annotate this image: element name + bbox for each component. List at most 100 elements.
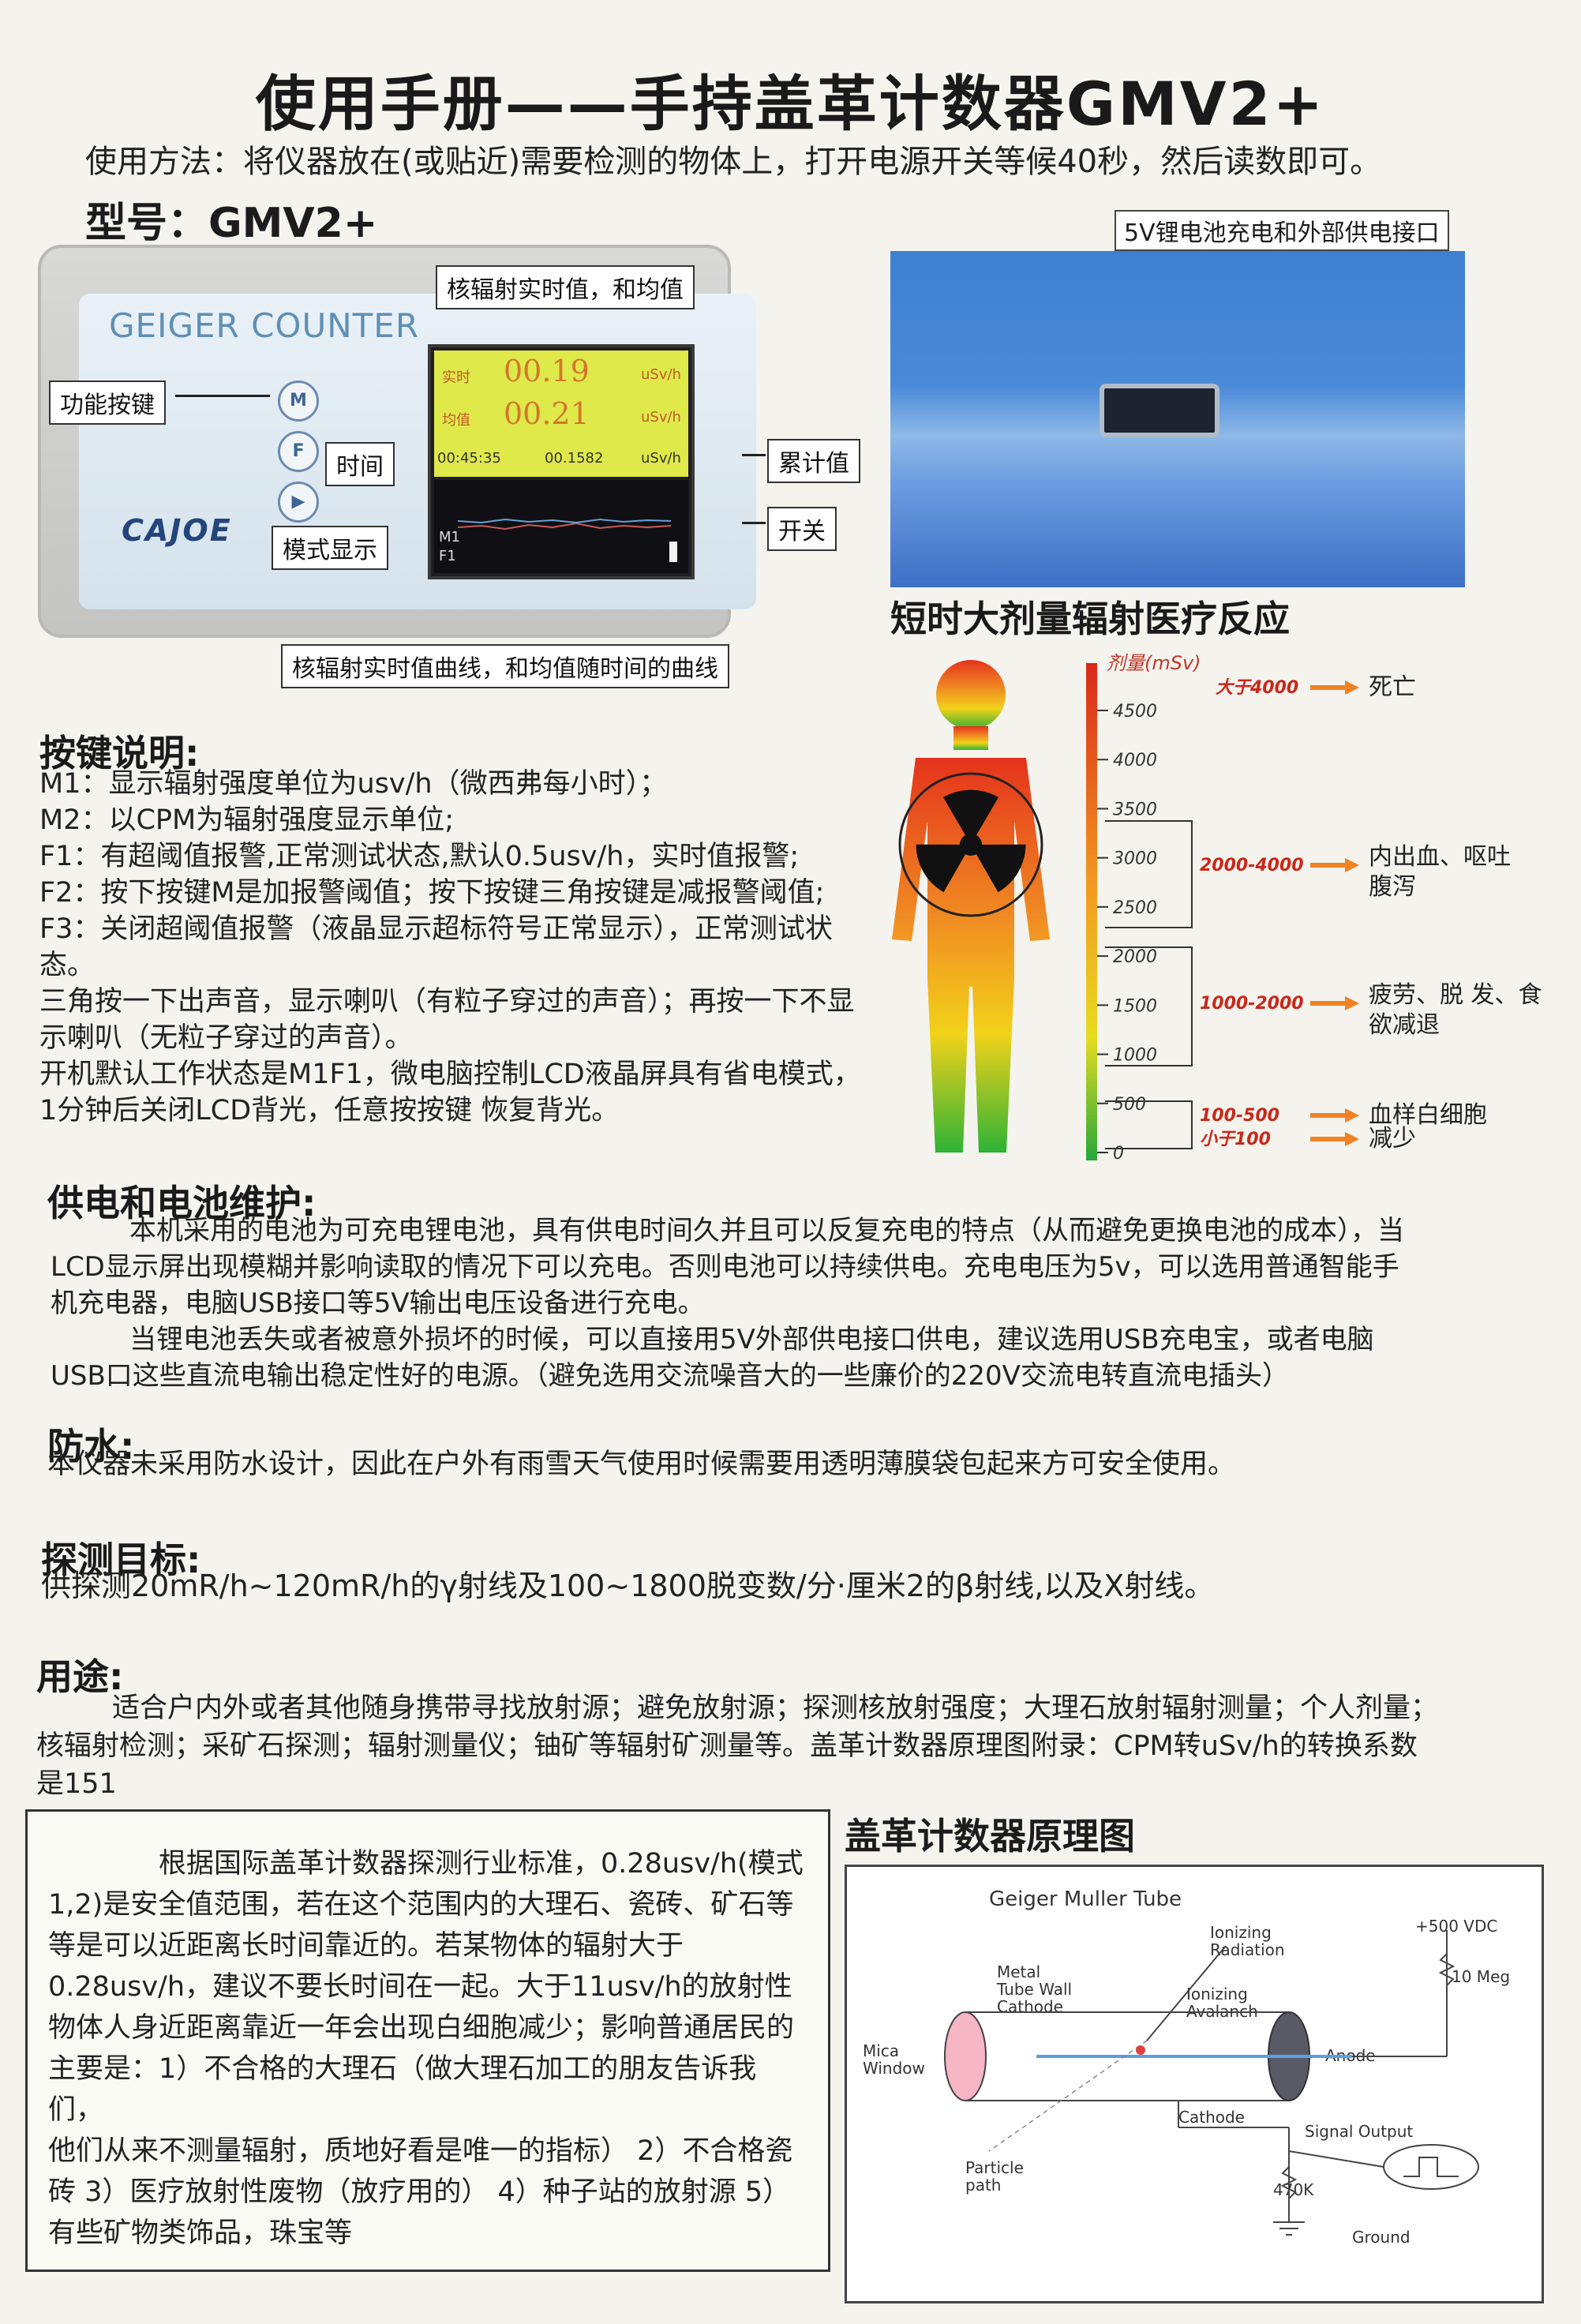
device-screen-label: GEIGER COUNTER bbox=[109, 306, 420, 345]
note-line: 砖 3）医疗放射性废物（放疗用的） 4）种子站的放射源 5） bbox=[48, 2176, 791, 2208]
dose-tick-label: 1000 bbox=[1113, 1046, 1157, 1066]
power-body: 本机采用的电池为可充电锂电池，具有供电时间久并且可以反复充电的特点（从而避免更换… bbox=[51, 1213, 1550, 1394]
dose-range-label: 2000-4000 bbox=[1200, 856, 1304, 875]
lcd-row1-unit: uSv/h bbox=[641, 366, 681, 383]
f-button: F bbox=[278, 431, 319, 472]
dose-tick-label: 0 bbox=[1113, 1144, 1124, 1164]
device-brand: CAJOE bbox=[122, 513, 232, 548]
dose-range-label: 100-500 bbox=[1200, 1106, 1279, 1126]
waterproof-text: 本仪器未采用防水设计，因此在户外有雨雪天气使用时候需要用透明薄膜袋包起来方可安全… bbox=[47, 1449, 1236, 1480]
schematic-drawing bbox=[944, 1930, 1479, 2236]
usage-instructions: 使用方法：将仪器放在(或贴近)需要检测的物体上，打开电源开关等候40秒，然后读数… bbox=[85, 144, 1382, 180]
note-line: 他们从来不测量辐射，质地好看是唯一的指标） 2）不合格瓷 bbox=[48, 2135, 793, 2167]
lcd-mode-f: F1 bbox=[439, 548, 456, 564]
dose-bar bbox=[1086, 663, 1097, 1160]
keys-line: F3：关闭超阈值报警（液晶显示超标符号正常显示），正常测试状 bbox=[39, 913, 833, 945]
callout-mode-display: 模式显示 bbox=[272, 526, 388, 570]
lcd-row1-label: 实时 bbox=[442, 369, 470, 386]
purpose-line: 核辐射检测；采矿石探测；辐射测量仪；铀矿等辐射矿测量等。盖革计数器原理图附录：C… bbox=[36, 1730, 1418, 1762]
callout-curve: 核辐射实时值曲线，和均值随时间的曲线 bbox=[281, 644, 729, 688]
dose-effect-label: 内出血、呕吐腹泻 bbox=[1369, 843, 1511, 901]
dose-tick-label: 2000 bbox=[1113, 947, 1157, 967]
note-line: 主要是：1）不合格的大理石（做大理石加工的朋友告诉我们， bbox=[48, 2053, 757, 2126]
power-line: LCD显示屏出现模糊并影响读取的情况下可以充电。否则电池可以持续供电。充电电压为… bbox=[51, 1251, 1399, 1283]
dose-tick-label: 3000 bbox=[1113, 849, 1157, 869]
lcd-row2-unit: uSv/h bbox=[641, 409, 681, 425]
callout-switch: 开关 bbox=[767, 507, 837, 551]
lcd-row2-value: 00.21 bbox=[504, 396, 590, 431]
dose-tick-label: 2500 bbox=[1113, 898, 1157, 918]
dose-effect-arrow bbox=[1310, 858, 1359, 872]
dose-tick-label: 500 bbox=[1113, 1095, 1146, 1115]
keys-line: M1：显示辐射强度单位为usv/h（微西弗每小时）； bbox=[39, 768, 668, 800]
detect-text: 供探测20mR/h~120mR/h的γ射线及100~1800脱变数/分·厘米2的… bbox=[41, 1569, 1215, 1603]
power-line: 机充电器，电脑USB接口等5V输出电压设备进行充电。 bbox=[51, 1288, 705, 1319]
lcd-readout-area: 实时 00.19 uSv/h 均值 00.21 uSv/h 00:45:35 0… bbox=[434, 350, 688, 477]
lcd-curve bbox=[457, 518, 677, 562]
power-line: USB口这些直流电输出稳定性好的电源。（避免选用交流噪音大的一些廉价的220V交… bbox=[51, 1360, 1289, 1392]
safety-note-box: 根据国际盖革计数器探测行业标准，0.28usv/h(模式 1,2)是安全值范围，… bbox=[25, 1809, 830, 2272]
callout-time: 时间 bbox=[325, 442, 395, 486]
usb-port-photo bbox=[890, 251, 1465, 587]
play-button: ▶ bbox=[278, 482, 319, 523]
dose-effect-arrow bbox=[1310, 1108, 1359, 1123]
lcd-row1-value: 00.19 bbox=[504, 354, 590, 388]
keys-line: 示喇叭（无粒子穿过的声音）。 bbox=[39, 1022, 413, 1054]
lcd-screen: 实时 00.19 uSv/h 均值 00.21 uSv/h 00:45:35 0… bbox=[428, 344, 695, 579]
purpose-line: 是151 bbox=[36, 1768, 117, 1800]
manual-page: 使用手册——手持盖革计数器GMV2+ 使用方法：将仪器放在(或贴近)需要检测的物… bbox=[0, 0, 1581, 2324]
dose-chart: 4500 4000 3500 3000 2500 2000 1500 1000 500 0 剂量(… bbox=[892, 652, 1542, 1164]
dose-effect-arrow bbox=[1310, 996, 1359, 1010]
purpose-line: 适合户内外或者其他随身携带寻找放射源；避免放射源；探测核放射强度；大理石放射辐射… bbox=[112, 1692, 1439, 1724]
page-title: 使用手册——手持盖革计数器GMV2+ bbox=[255, 69, 1326, 139]
dose-chart-title: 短时大剂量辐射医疗反应 bbox=[890, 598, 1290, 640]
mica-window-shape bbox=[944, 2011, 987, 2101]
avalanche-point bbox=[1136, 2045, 1145, 2055]
lcd-cumulative: 00.1582 bbox=[545, 450, 604, 467]
m-button: M bbox=[278, 380, 319, 422]
schematic-title: 盖革计数器原理图 bbox=[845, 1815, 1135, 1857]
dose-tick-label: 4000 bbox=[1113, 751, 1157, 770]
dose-effect-arrow bbox=[1310, 1132, 1359, 1146]
note-line: 1,2)是安全值范围，若在这个范围内的大理石、瓷砖、矿石等 bbox=[48, 1889, 794, 1921]
note-line: 等是可以近距离长时间靠近的。若某物体的辐射大于 bbox=[48, 1930, 684, 1962]
human-figure bbox=[892, 660, 1050, 1153]
purpose-body: 适合户内外或者其他随身携带寻找放射源；避免放射源；探测核放射强度；大理石放射辐射… bbox=[36, 1689, 1544, 1803]
callout-cumulative: 累计值 bbox=[767, 439, 860, 483]
keys-line: M2：以CPM为辐射强度显示单位; bbox=[39, 804, 455, 836]
keys-body: M1：显示辐射强度单位为usv/h（微西弗每小时）； M2：以CPM为辐射强度显… bbox=[39, 766, 876, 1129]
dose-effect-arrow bbox=[1310, 680, 1359, 695]
keys-line: 三角按一下出声音，显示喇叭（有粒子穿过的声音）；再按一下不显 bbox=[39, 986, 855, 1018]
note-line: 物体人身近距离靠近一年会出现白细胞减少；影响普通居民的 bbox=[48, 2012, 795, 2044]
dose-tick-label: 4500 bbox=[1113, 702, 1157, 722]
arrow-cumulative bbox=[742, 454, 766, 456]
dose-effect-label: 疲劳、脱 发、食欲减退 bbox=[1369, 981, 1542, 1039]
keys-line: 态。 bbox=[39, 950, 96, 981]
safety-note-text: 根据国际盖革计数器探测行业标准，0.28usv/h(模式 1,2)是安全值范围，… bbox=[48, 1843, 806, 2254]
dose-range-label: 1000-2000 bbox=[1200, 994, 1304, 1014]
note-line: 0.28usv/h，建议不要长时间在一起。大于11usv/h的放射性 bbox=[48, 1971, 792, 2003]
dose-axis-ticks: 4500 4000 3500 3000 2500 2000 1500 1000 500 0 bbox=[1097, 702, 1157, 1164]
power-line: 本机采用的电池为可充电锂电池，具有供电时间久并且可以反复充电的特点（从而避免更换… bbox=[129, 1215, 1404, 1246]
dose-range-label: 小于100 bbox=[1200, 1130, 1271, 1149]
geiger-schematic: Geiger Muller Tube Ionizing Radiation Me… bbox=[845, 1865, 1544, 2303]
callout-function-key: 功能按键 bbox=[49, 380, 166, 425]
dose-effects: 大于4000 死亡 2000-4000 内出血、呕吐腹泻 1000-2000 疲劳、脱 发… bbox=[1105, 673, 1542, 1153]
signal-output-icon bbox=[1383, 2144, 1479, 2190]
keys-line: 开机默认工作状态是M1F1，微电脑控制LCD液晶屏具有省电模式， bbox=[39, 1059, 861, 1090]
keys-line: F1：有超阈值报警,正常测试状态,默认0.5usv/h，实时值报警; bbox=[39, 841, 800, 872]
keys-line: F2：按下按键M是加报警阈值；按下按键三角按键是减报警阈值; bbox=[39, 877, 825, 909]
dose-effect-label: 减少 bbox=[1369, 1125, 1416, 1153]
dose-range-label: 大于4000 bbox=[1216, 678, 1298, 698]
keys-line: 1分钟后关闭LCD背光，任意按按键 恢复背光。 bbox=[39, 1095, 620, 1126]
note-line: 有些矿物类饰品，珠宝等 bbox=[48, 2217, 353, 2249]
dose-axis-label: 剂量(mSv) bbox=[1107, 652, 1201, 674]
dose-tick-label: 3500 bbox=[1113, 800, 1157, 819]
dose-tick-label: 1500 bbox=[1113, 996, 1157, 1016]
lcd-row2-label: 均值 bbox=[442, 412, 470, 429]
lcd-row3-unit: uSv/h bbox=[641, 450, 681, 467]
dose-effect-label: 死亡 bbox=[1369, 673, 1416, 701]
callout-realtime-avg: 核辐射实时值，和均值 bbox=[436, 265, 695, 309]
model-label: 型号：GMV2+ bbox=[85, 200, 378, 247]
lcd-curve-area: M1 F1 bbox=[434, 480, 688, 573]
